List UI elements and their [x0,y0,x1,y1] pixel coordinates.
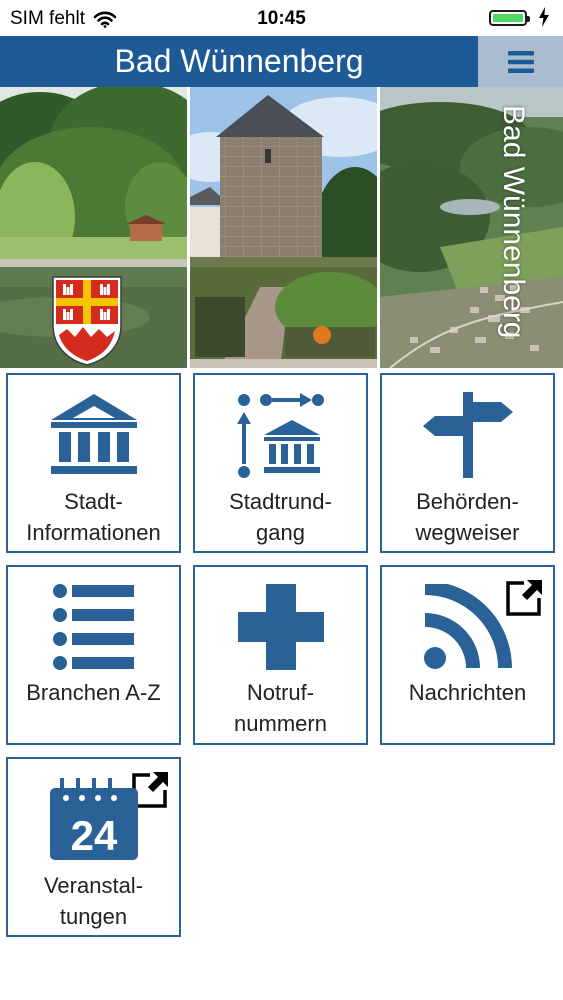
menu-button[interactable] [478,36,563,87]
tile-label: Behörden- wegweiser [415,489,520,545]
battery-icon [489,10,530,26]
tile-nachrichten[interactable]: Nachrichten [380,565,555,745]
app-header: Bad Wünnenberg [0,36,563,87]
tile-stadtrundgang[interactable]: Stadtrund- gang [193,373,368,553]
charging-bolt-icon [539,7,549,27]
calendar-day: 24 [70,812,117,859]
app-title: Bad Wünnenberg [114,43,364,79]
signpost-icon [422,392,513,478]
header-banner: Bad Wünnenberg [0,87,563,368]
tile-behoerdenwegweiser[interactable]: Behörden- wegweiser [380,373,555,553]
banner-photo-aerial: Bad Wünnenberg [380,87,563,368]
tile-label: Stadtrund- gang [229,489,332,545]
tile-label: Nachrichten [408,680,527,705]
tile-notrufnummern[interactable]: Notruf- nummern [193,565,368,745]
banner-overlay-text: Bad Wünnenberg [497,105,530,339]
tile-branchen-a-z[interactable]: Branchen A-Z [6,565,181,745]
tile-label: Notruf- nummern [234,680,327,736]
clock: 10:45 [257,8,306,29]
banner-photo-tower [190,87,377,368]
rss-feed-icon [423,584,512,669]
banner-photo-lake [0,87,187,368]
city-tour-route-icon [236,393,324,478]
tile-label: Stadt- Informationen [26,489,161,545]
tile-stadt-informationen[interactable]: Stadt- Informationen [6,373,181,553]
tile-label: Veranstal- tungen [43,873,144,929]
medical-cross-icon [237,584,324,670]
tile-label: Branchen A-Z [26,680,161,705]
battery-level [493,14,523,22]
tile-veranstaltungen[interactable]: 24 Veranstal- tungen [6,757,181,937]
calendar-icon: 24 [49,778,138,860]
list-icon [52,584,134,670]
town-hall-icon [50,394,137,474]
hamburger-menu-icon [507,50,534,73]
status-bar: SIM fehlt 10:45 [0,0,563,36]
